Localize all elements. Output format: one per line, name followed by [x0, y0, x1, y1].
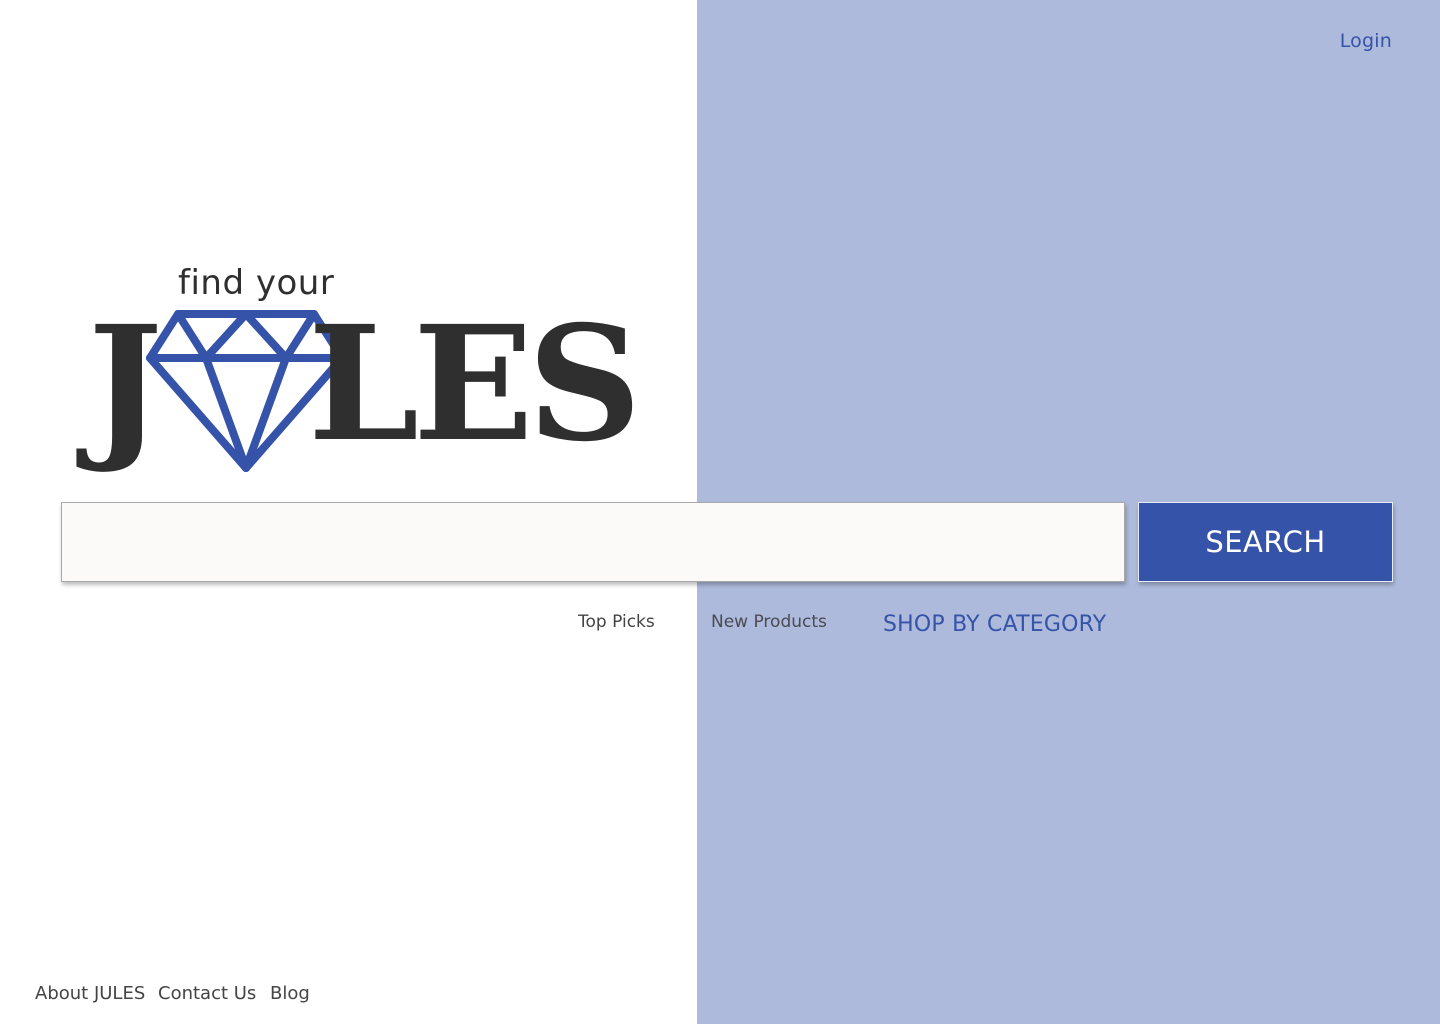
- footer-contact-link[interactable]: Contact Us: [158, 983, 256, 1004]
- nav-top-picks[interactable]: Top Picks: [578, 612, 655, 632]
- jules-logo: find your J LES: [84, 266, 644, 476]
- footer-about-link[interactable]: About JULES: [35, 983, 145, 1004]
- search-input[interactable]: [61, 502, 1125, 582]
- login-link[interactable]: Login: [1340, 30, 1392, 52]
- nav-shop-by-category[interactable]: SHOP BY CATEGORY: [883, 612, 1106, 637]
- footer-blog-link[interactable]: Blog: [270, 983, 310, 1004]
- logo-letters-les: LES: [308, 292, 642, 477]
- nav-new-products[interactable]: New Products: [711, 612, 827, 632]
- search-button[interactable]: SEARCH: [1138, 502, 1393, 582]
